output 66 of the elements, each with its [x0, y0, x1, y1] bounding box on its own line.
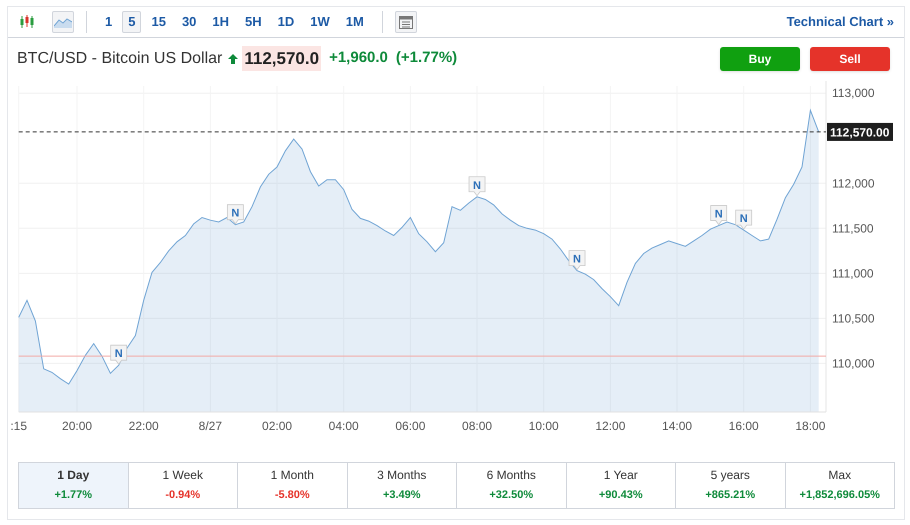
x-axis-label: 16:00	[728, 419, 759, 433]
x-axis-label: :15	[10, 419, 28, 433]
y-axis-label: 111,500	[832, 221, 874, 236]
x-axis-label: 10:00	[528, 419, 559, 433]
x-axis-label: 02:00	[262, 419, 292, 433]
news-marker[interactable]: N	[226, 204, 244, 224]
x-axis-label: 12:00	[595, 419, 626, 433]
interval-button[interactable]: 1D	[272, 11, 300, 33]
y-axis-label: 113,000	[832, 86, 874, 100]
period-label: 1 Week	[162, 467, 203, 484]
period-change: +1.77%	[54, 488, 92, 504]
technical-chart-link[interactable]: Technical Chart »	[786, 12, 894, 32]
y-axis-label: 112,000	[832, 176, 874, 190]
sell-button[interactable]: Sell	[810, 46, 890, 70]
instrument-title: BTC/USD - Bitcoin US Dollar	[17, 48, 222, 68]
interval-button[interactable]: 1W	[304, 11, 336, 33]
current-price-label: 112,570.00	[827, 122, 893, 141]
period-change: -5.80%	[274, 488, 310, 504]
news-marker[interactable]: N	[568, 250, 586, 270]
y-axis-label: 110,000	[832, 356, 874, 370]
last-price: 112,570.0	[242, 46, 322, 72]
x-axis-label: 08:00	[462, 419, 492, 433]
period-change: +865.21%	[705, 488, 756, 504]
period-label: 6 Months	[486, 467, 536, 484]
x-axis-label: 8/27	[198, 419, 222, 433]
period-change: +1,852,696.05%	[800, 488, 880, 504]
period-change: +90.43%	[598, 488, 643, 504]
y-axis-label: 110,500	[832, 311, 874, 326]
period-label: Max	[828, 467, 852, 484]
interval-button[interactable]: 15	[145, 11, 172, 33]
period-label: 1 Year	[604, 467, 638, 484]
table-view-button[interactable]	[394, 11, 417, 33]
y-axis-label: 111,000	[832, 266, 874, 280]
period-label: 3 Months	[377, 467, 426, 484]
price-change: +1,960.0	[329, 48, 388, 68]
interval-button[interactable]: 1M	[340, 11, 370, 33]
period-label: 1 Day	[57, 467, 90, 484]
area-chart-icon	[54, 16, 72, 28]
x-axis-label: 06:00	[395, 419, 426, 433]
news-marker[interactable]: N	[110, 344, 128, 365]
interval-button[interactable]: 30	[176, 11, 202, 33]
x-axis-label: 20:00	[62, 419, 92, 433]
buy-button[interactable]: Buy	[720, 46, 800, 70]
percent-change: (+1.77%)	[396, 48, 458, 68]
news-marker[interactable]: N	[468, 176, 486, 196]
table-icon	[398, 16, 413, 28]
interval-button[interactable]: 5	[122, 11, 142, 33]
interval-button[interactable]: 1	[99, 11, 118, 33]
area-chart-button[interactable]	[52, 11, 74, 33]
x-axis-label: 14:00	[662, 419, 692, 433]
period-change: +3.49%	[382, 488, 421, 504]
ref-line-label: 112,570.00	[830, 125, 890, 140]
period-label: 5 years	[710, 467, 750, 484]
interval-button[interactable]: 5H	[239, 11, 268, 33]
x-axis-label: 22:00	[128, 419, 159, 433]
interval-button[interactable]: 1H	[206, 11, 236, 33]
candlestick-icon	[19, 15, 35, 29]
x-axis-label: 04:00	[328, 419, 359, 433]
period-tab[interactable]: 1 Day +1.77%	[19, 462, 128, 508]
period-change: +32.50%	[489, 488, 534, 504]
news-marker[interactable]: N	[710, 205, 728, 226]
up-arrow-icon	[228, 54, 238, 64]
x-axis-label: 18:00	[795, 419, 826, 433]
period-change: -0.94%	[165, 488, 200, 504]
news-marker[interactable]: N	[735, 210, 752, 230]
period-label: 1 Month	[270, 467, 314, 484]
